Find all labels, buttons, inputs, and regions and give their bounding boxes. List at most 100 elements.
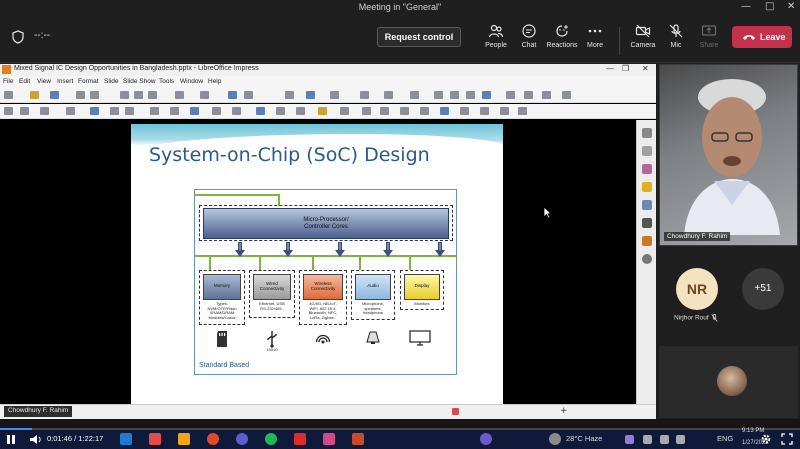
animation-icon[interactable] (642, 164, 652, 174)
minimize-icon[interactable]: — (741, 1, 751, 12)
zoom-plus-icon[interactable]: + (560, 406, 568, 416)
menu-view[interactable]: View (37, 78, 51, 85)
self-video-tile[interactable] (659, 346, 798, 418)
undo-icon[interactable] (175, 91, 184, 99)
participant-video-tile[interactable]: Chowdhury F. Rahim (659, 64, 798, 246)
display-views-icon[interactable] (306, 91, 315, 99)
align-icon[interactable] (380, 107, 389, 115)
maximize-icon[interactable]: □ (765, 1, 774, 12)
sidebar-toggle-icon[interactable] (562, 91, 571, 99)
app-icon[interactable] (149, 433, 161, 445)
styles-icon[interactable] (642, 200, 652, 210)
menu-slide-show[interactable]: Slide Show (123, 78, 156, 85)
zoom-icon[interactable] (20, 107, 29, 115)
help-icon[interactable] (480, 433, 492, 445)
lo-maximize-icon[interactable]: ❐ (622, 64, 629, 73)
filter-icon[interactable] (460, 107, 469, 115)
menu-window[interactable]: Window (180, 78, 203, 85)
language-indicator[interactable]: ENG (717, 434, 733, 443)
slide-transition-icon[interactable] (642, 146, 652, 156)
points-icon[interactable] (500, 107, 509, 115)
stars-icon[interactable] (318, 107, 327, 115)
spelling-icon[interactable] (244, 91, 253, 99)
print-icon[interactable] (90, 91, 99, 99)
teams-icon[interactable] (236, 433, 248, 445)
paste-icon[interactable] (148, 91, 157, 99)
menu-edit[interactable]: Edit (19, 78, 30, 85)
insert-chart-icon[interactable] (410, 91, 419, 99)
powerpoint-icon[interactable] (352, 433, 364, 445)
glue-points-icon[interactable] (518, 107, 527, 115)
slide-canvas[interactable]: System-on-Chip (SoC) Design Micro-Proces… (131, 124, 503, 404)
navigator-icon[interactable] (642, 236, 652, 246)
menu-insert[interactable]: Insert (57, 78, 73, 85)
menu-file[interactable]: File (3, 78, 13, 85)
menu-format[interactable]: Format (78, 78, 99, 85)
chrome-icon[interactable] (207, 433, 219, 445)
volume-icon[interactable] (29, 434, 43, 445)
speaker-tray-icon[interactable] (676, 435, 685, 444)
close-icon[interactable]: ✕ (787, 1, 795, 12)
flowchart-icon[interactable] (276, 107, 285, 115)
pause-icon[interactable] (6, 434, 16, 445)
menu-help[interactable]: Help (208, 78, 221, 85)
tray-icon[interactable] (643, 435, 652, 444)
curve-icon[interactable] (170, 107, 179, 115)
gear-icon[interactable] (760, 433, 772, 445)
basic-shape-icon[interactable] (212, 107, 221, 115)
menu-tools[interactable]: Tools (159, 78, 174, 85)
menu-slide[interactable]: Slide (104, 78, 118, 85)
more-button[interactable]: More (575, 23, 615, 49)
network-icon[interactable] (660, 435, 669, 444)
gallery-icon[interactable] (642, 218, 652, 228)
arrange-icon[interactable] (400, 107, 409, 115)
insert-textbox-icon[interactable] (434, 91, 443, 99)
connector-icon[interactable] (190, 107, 199, 115)
slideshow-icon[interactable] (542, 91, 551, 99)
callout-icon[interactable] (296, 107, 305, 115)
fill-color-icon[interactable] (66, 107, 75, 115)
shapes-icon[interactable] (642, 254, 652, 264)
redo-icon[interactable] (200, 91, 209, 99)
edge-icon[interactable] (120, 433, 132, 445)
ellipse-icon[interactable] (125, 107, 134, 115)
save-icon[interactable] (50, 91, 59, 99)
insert-special-char-icon[interactable] (450, 91, 459, 99)
master-slide-icon[interactable] (330, 91, 339, 99)
crop-icon[interactable] (440, 107, 449, 115)
new-doc-icon[interactable] (4, 91, 13, 99)
text-tool-icon[interactable] (40, 107, 49, 115)
rectangle-icon[interactable] (110, 107, 119, 115)
participant-avatar[interactable]: NR (676, 268, 718, 310)
show-draw-functions-icon[interactable] (506, 91, 515, 99)
lo-close-icon[interactable]: ✕ (642, 64, 649, 73)
leave-button[interactable]: Leave (732, 26, 792, 48)
tray-icon[interactable] (625, 435, 634, 444)
file-explorer-icon[interactable] (178, 433, 190, 445)
copy-icon[interactable] (134, 91, 143, 99)
export-pdf-icon[interactable] (76, 91, 85, 99)
transition-icon[interactable] (524, 91, 533, 99)
media-progress-bar[interactable] (0, 419, 800, 430)
select-icon[interactable] (4, 107, 13, 115)
fullscreen-icon[interactable] (781, 433, 793, 445)
find-icon[interactable] (228, 91, 237, 99)
fontwork-icon[interactable] (466, 91, 475, 99)
shadow-icon[interactable] (420, 107, 429, 115)
lo-minimize-icon[interactable]: — (606, 64, 614, 73)
cut-icon[interactable] (120, 91, 129, 99)
request-control-button[interactable]: Request control (377, 27, 461, 47)
block-arrow-icon[interactable] (256, 107, 265, 115)
master-slides-icon[interactable] (642, 182, 652, 192)
symbol-shape-icon[interactable] (232, 107, 241, 115)
insert-image-icon[interactable] (384, 91, 393, 99)
arrow-line-icon[interactable] (150, 107, 159, 115)
grid-icon[interactable] (285, 91, 294, 99)
share-button[interactable]: Share (689, 23, 729, 49)
open-icon[interactable] (30, 91, 39, 99)
properties-icon[interactable] (642, 128, 652, 138)
line-tool-icon[interactable] (90, 107, 99, 115)
spotify-icon[interactable] (265, 433, 277, 445)
more-participants-button[interactable]: +51 (742, 268, 784, 310)
insert-table-icon[interactable] (360, 91, 369, 99)
